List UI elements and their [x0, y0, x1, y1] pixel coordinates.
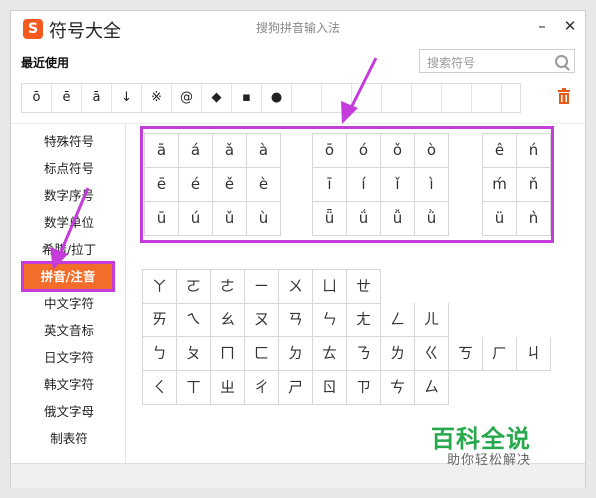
recent-symbol-cell[interactable]: ※ — [142, 84, 172, 112]
zhuyin-symbol-cell[interactable]: ㄙ — [415, 371, 449, 405]
zhuyin-symbol-cell[interactable]: ㄌ — [381, 337, 415, 371]
recent-symbol-cell[interactable] — [322, 84, 352, 112]
recent-symbol-cell[interactable]: ē — [52, 84, 82, 112]
divider — [11, 123, 587, 124]
highlight-box — [140, 126, 554, 243]
category-item[interactable]: 拼音/注音 — [21, 261, 115, 292]
recent-symbol-cell[interactable] — [292, 84, 322, 112]
zhuyin-symbol-cell[interactable]: ㄠ — [211, 303, 245, 337]
search-placeholder: 搜索符号 — [427, 56, 476, 70]
zhuyin-symbol-cell[interactable]: ㄖ — [313, 371, 347, 405]
zhuyin-symbol-cell[interactable]: ㄕ — [279, 371, 313, 405]
zhuyin-symbol-cell[interactable]: ㄗ — [347, 371, 381, 405]
sidebar-divider — [125, 124, 126, 464]
recent-symbol-cell[interactable]: ◆ — [202, 84, 232, 112]
zhuyin-row-3: ㄅㄆㄇㄈㄉㄊㄋㄌㄍㄎㄏㄐ — [142, 337, 551, 371]
zhuyin-row-4: ㄑㄒㄓㄔㄕㄖㄗㄘㄙ — [142, 371, 449, 405]
recent-symbol-cell[interactable] — [412, 84, 442, 112]
app-title: 符号大全 — [49, 21, 121, 42]
zhuyin-symbol-cell[interactable]: ㄐ — [517, 337, 551, 371]
recent-symbol-cell[interactable] — [442, 84, 472, 112]
zhuyin-symbol-cell[interactable]: ㄩ — [313, 270, 347, 304]
zhuyin-symbol-cell[interactable]: ㄏ — [483, 337, 517, 371]
zhuyin-row-1: ㄚㄛㄜㄧㄨㄩㄝ — [142, 269, 381, 304]
category-item[interactable]: 特殊符号 — [21, 128, 117, 155]
search-input[interactable]: 搜索符号 — [419, 49, 575, 73]
recent-symbol-cell[interactable]: ● — [262, 84, 292, 112]
recent-symbol-cell[interactable] — [382, 84, 412, 112]
watermark-subtitle: 助你轻松解决 — [447, 453, 532, 468]
recent-symbol-cell[interactable]: @ — [172, 84, 202, 112]
zhuyin-symbol-cell[interactable]: ㄋ — [347, 337, 381, 371]
category-item[interactable]: 数字序号 — [21, 182, 117, 209]
zhuyin-symbol-cell[interactable]: ㄛ — [177, 270, 211, 304]
zhuyin-symbol-cell[interactable]: ㄢ — [279, 303, 313, 337]
category-item[interactable]: 标点符号 — [21, 155, 117, 182]
zhuyin-symbol-cell[interactable]: ㄡ — [245, 303, 279, 337]
zhuyin-symbol-cell[interactable]: ㄘ — [381, 371, 415, 405]
zhuyin-symbol-cell[interactable]: ㄧ — [245, 270, 279, 304]
recent-symbol-cell[interactable]: ▪ — [232, 84, 262, 112]
category-item[interactable]: 希腊/拉丁 — [21, 236, 117, 263]
zhuyin-symbol-cell[interactable]: ㄦ — [415, 303, 449, 337]
zhuyin-symbol-cell[interactable]: ㄓ — [211, 371, 245, 405]
category-item[interactable]: 韩文字符 — [21, 371, 117, 398]
zhuyin-symbol-cell[interactable]: ㄉ — [279, 337, 313, 371]
zhuyin-symbol-cell[interactable]: ㄤ — [347, 303, 381, 337]
zhuyin-symbol-cell[interactable]: ㄅ — [143, 337, 177, 371]
recent-symbol-cell[interactable] — [472, 84, 502, 112]
zhuyin-symbol-cell[interactable]: ㄇ — [211, 337, 245, 371]
zhuyin-symbol-cell[interactable]: ㄔ — [245, 371, 279, 405]
zhuyin-symbol-cell[interactable]: ㄊ — [313, 337, 347, 371]
recent-symbol-cell[interactable]: ā — [82, 84, 112, 112]
category-item[interactable]: 英文音标 — [21, 317, 117, 344]
category-item[interactable]: 日文字符 — [21, 344, 117, 371]
zhuyin-symbol-cell[interactable]: ㄝ — [347, 270, 381, 304]
symbol-window: S 符号大全 搜狗拼音输入法 – ✕ 最近使用 搜索符号 ō ē ā ↓ ※ @ ◆ ▪ ● 特… — [10, 10, 587, 488]
trash-icon[interactable] — [557, 88, 571, 108]
zhuyin-symbol-cell[interactable]: ㄚ — [143, 270, 177, 304]
zhuyin-symbol-cell[interactable]: ㄣ — [313, 303, 347, 337]
window-caption: 搜狗拼音输入法 — [256, 21, 341, 35]
zhuyin-symbol-cell[interactable]: ㄒ — [177, 371, 211, 405]
recent-label: 最近使用 — [21, 56, 70, 70]
zhuyin-symbol-cell[interactable]: ㄑ — [143, 371, 177, 405]
zhuyin-symbol-cell[interactable]: ㄜ — [211, 270, 245, 304]
zhuyin-symbol-cell[interactable]: ㄎ — [449, 337, 483, 371]
recent-symbol-cell[interactable]: ↓ — [112, 84, 142, 112]
category-item[interactable]: 俄文字母 — [21, 398, 117, 425]
zhuyin-symbol-cell[interactable]: ㄥ — [381, 303, 415, 337]
category-item[interactable]: 制表符 — [21, 425, 117, 452]
close-button[interactable]: ✕ — [561, 17, 579, 35]
category-item[interactable]: 数学单位 — [21, 209, 117, 236]
category-item[interactable]: 中文字符 — [21, 290, 117, 317]
zhuyin-symbol-cell[interactable]: ㄆ — [177, 337, 211, 371]
zhuyin-symbol-cell[interactable]: ㄨ — [279, 270, 313, 304]
zhuyin-row-2: ㄞㄟㄠㄡㄢㄣㄤㄥㄦ — [142, 303, 449, 337]
recent-symbol-cell[interactable]: ō — [22, 84, 52, 112]
recent-symbols-row: ō ē ā ↓ ※ @ ◆ ▪ ● — [21, 83, 521, 113]
sogou-logo-icon: S — [23, 19, 43, 39]
search-icon[interactable] — [555, 55, 568, 68]
zhuyin-symbol-cell[interactable]: ㄟ — [177, 303, 211, 337]
recent-symbol-cell[interactable] — [352, 84, 382, 112]
zhuyin-symbol-cell[interactable]: ㄈ — [245, 337, 279, 371]
category-sidebar: 特殊符号 标点符号 数字序号 数学单位 希腊/拉丁 拼音/注音 中文字符 英文音标 日文字符 韩文… — [21, 128, 117, 452]
zhuyin-symbol-cell[interactable]: ㄞ — [143, 303, 177, 337]
zhuyin-symbol-cell[interactable]: ㄍ — [415, 337, 449, 371]
minimize-button[interactable]: – — [533, 17, 551, 35]
